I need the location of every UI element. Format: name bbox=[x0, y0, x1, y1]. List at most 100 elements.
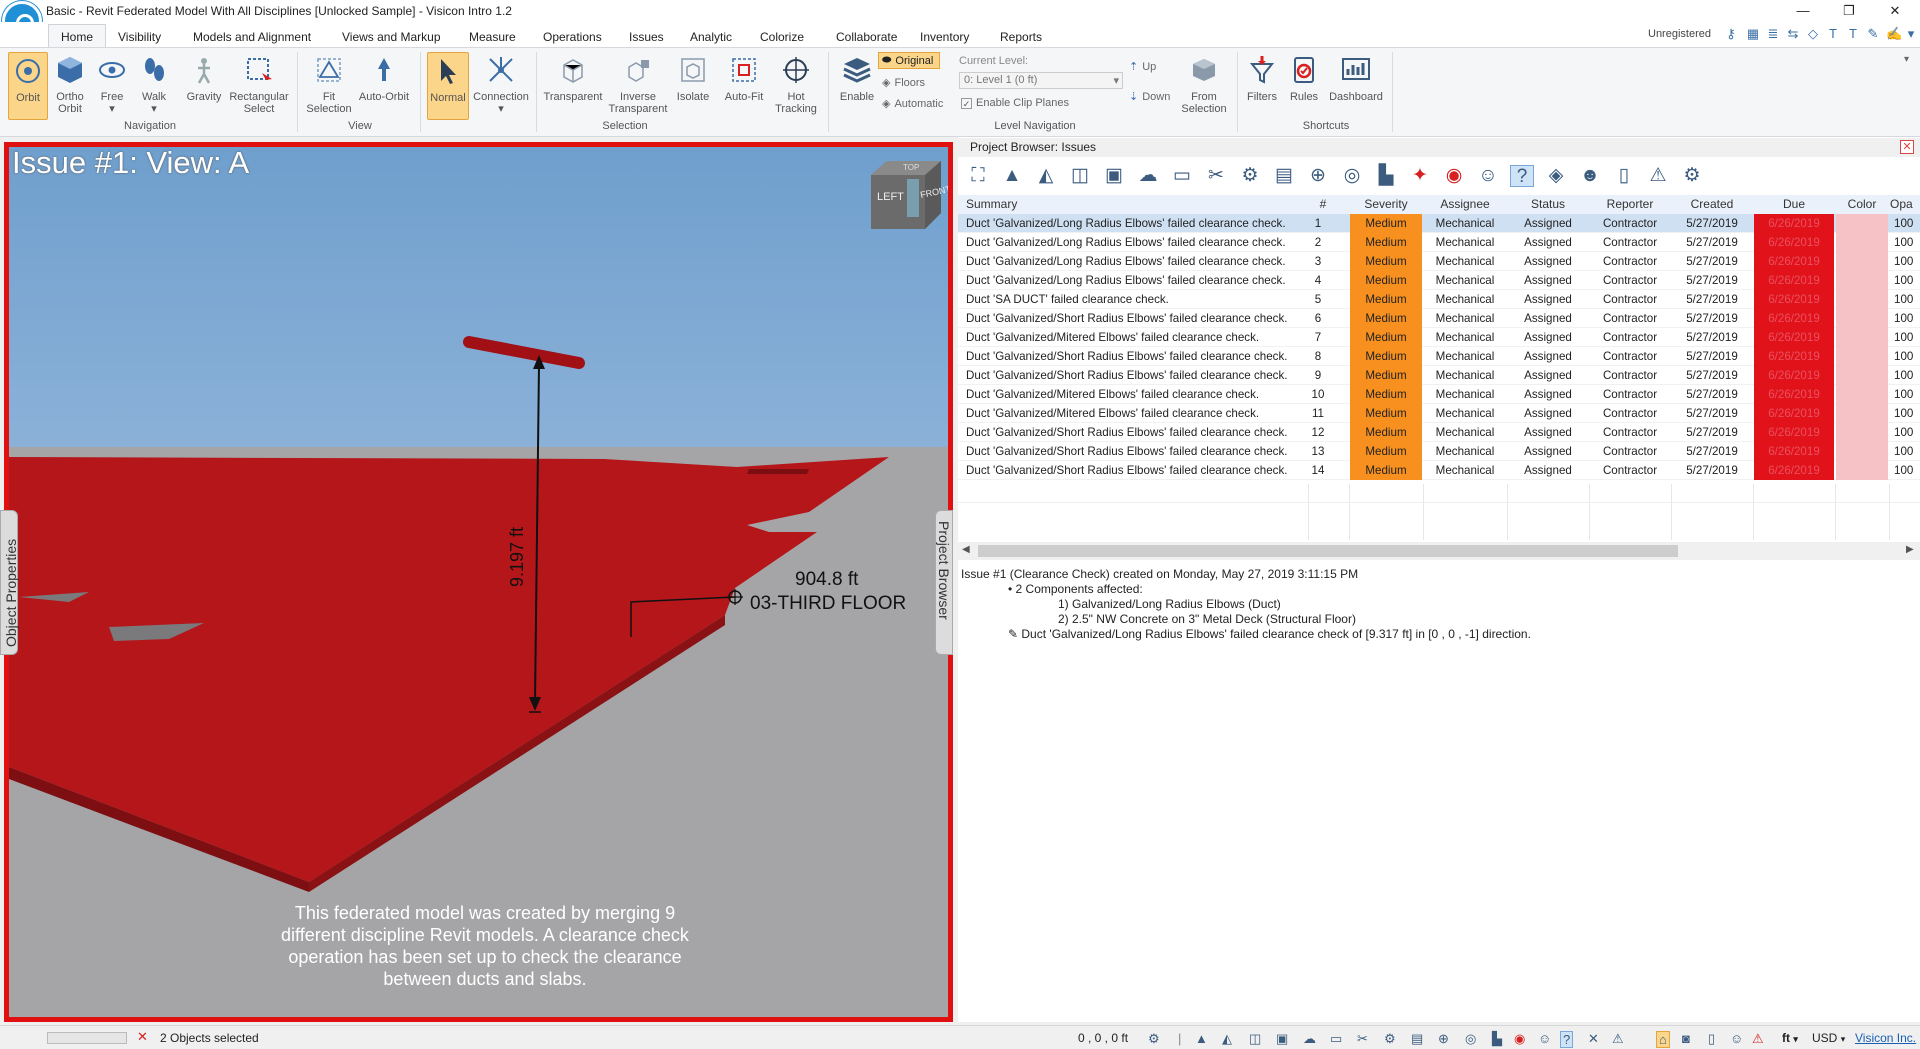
clipboard-icon[interactable]: ▤ bbox=[1272, 165, 1296, 187]
restore-button[interactable]: ❐ bbox=[1826, 0, 1872, 22]
3d-view[interactable]: 9.197 ft 904.8 ft 03-THIRD FLOOR LEFT FR… bbox=[4, 142, 953, 1022]
folder-icon[interactable]: ▭ bbox=[1330, 1031, 1342, 1047]
globe-icon[interactable]: ◎ bbox=[1340, 165, 1364, 187]
box-icon[interactable]: ▣ bbox=[1102, 165, 1126, 187]
close-button[interactable]: ✕ bbox=[1872, 0, 1918, 22]
issues-icon[interactable]: ? bbox=[1560, 1031, 1574, 1048]
walk-button[interactable]: Walk ▾ bbox=[136, 52, 172, 115]
hot-tracking-button[interactable]: Hot Tracking bbox=[773, 52, 819, 115]
tab-visibility[interactable]: Visibility bbox=[108, 26, 171, 49]
tools-icon[interactable]: ✂ bbox=[1204, 165, 1228, 187]
clear-selection-icon[interactable]: ✕ bbox=[137, 1029, 148, 1045]
table-row[interactable]: Duct 'Galvanized/Short Radius Elbows' fa… bbox=[958, 442, 1920, 461]
calculator-icon[interactable]: ▦ bbox=[1746, 27, 1760, 41]
eye-layers-icon[interactable]: ◈ bbox=[1544, 165, 1568, 187]
vr-icon[interactable]: ◙ bbox=[1682, 1031, 1690, 1046]
table-row[interactable]: Duct 'Galvanized/Long Radius Elbows' fai… bbox=[958, 252, 1920, 271]
tab-measure[interactable]: Measure bbox=[459, 26, 526, 49]
tab-operations[interactable]: Operations bbox=[533, 26, 612, 49]
automatic-button[interactable]: ◈ Automatic bbox=[882, 97, 943, 111]
ortho-orbit-button[interactable]: Ortho Orbit bbox=[52, 52, 88, 115]
column-header-summary[interactable]: Summary bbox=[966, 195, 1296, 214]
text-alt-icon[interactable]: T bbox=[1846, 27, 1860, 41]
triangle-icon[interactable]: ▲ bbox=[1195, 1031, 1208, 1046]
text-icon[interactable]: T bbox=[1826, 27, 1840, 41]
units-select[interactable]: ft ▾ bbox=[1782, 1031, 1798, 1045]
column-header-color[interactable]: Color bbox=[1836, 195, 1888, 214]
warning-icon[interactable]: ⚠ bbox=[1612, 1031, 1624, 1047]
close-panel-icon[interactable]: ✕ bbox=[1900, 140, 1914, 154]
clip-planes-checkbox[interactable]: ✓ Enable Clip Planes bbox=[961, 97, 1069, 109]
tab-reports[interactable]: Reports bbox=[990, 26, 1052, 49]
clipboard-icon[interactable]: ▤ bbox=[1411, 1031, 1423, 1047]
table-row[interactable]: Duct 'Galvanized/Short Radius Elbows' fa… bbox=[958, 347, 1920, 366]
cloud-icon[interactable]: ☁ bbox=[1303, 1031, 1316, 1047]
table-row[interactable]: Duct 'Galvanized/Long Radius Elbows' fai… bbox=[958, 214, 1920, 233]
table-row[interactable]: Duct 'Galvanized/Mitered Elbows' failed … bbox=[958, 385, 1920, 404]
table-row[interactable]: Duct 'Galvanized/Short Radius Elbows' fa… bbox=[958, 309, 1920, 328]
orbit-button[interactable]: Orbit bbox=[8, 52, 48, 120]
scroll-right-icon[interactable]: ▶ bbox=[1906, 544, 1914, 555]
connection-button[interactable]: Connection ▾ bbox=[471, 52, 531, 115]
table-row[interactable]: Duct 'Galvanized/Mitered Elbows' failed … bbox=[958, 404, 1920, 423]
alert-icon[interactable]: ⚠ bbox=[1752, 1031, 1764, 1047]
floors-button[interactable]: ◈ Floors bbox=[882, 76, 925, 90]
table-row[interactable]: Duct 'Galvanized/Short Radius Elbows' fa… bbox=[958, 423, 1920, 442]
fit-selection-button[interactable]: Fit Selection bbox=[303, 52, 355, 115]
robot-icon[interactable]: ☺ bbox=[1538, 1031, 1551, 1046]
level-up-button[interactable]: ⇡ Up bbox=[1129, 60, 1156, 74]
isolate-button[interactable]: Isolate bbox=[673, 52, 713, 103]
select-model-icon[interactable]: ⛶ bbox=[966, 165, 990, 187]
enable-level-button[interactable]: Enable bbox=[835, 52, 879, 103]
globe-icon[interactable]: ◎ bbox=[1465, 1031, 1476, 1047]
component-item[interactable]: 2) 2.5" NW Concrete on 3" Metal Deck (St… bbox=[1058, 612, 1356, 626]
tab-views-and-markup[interactable]: Views and Markup bbox=[332, 26, 451, 49]
chart-icon[interactable]: ▙ bbox=[1492, 1031, 1502, 1047]
column-header-due[interactable]: Due bbox=[1754, 195, 1834, 214]
table-row[interactable]: Duct 'Galvanized/Long Radius Elbows' fai… bbox=[958, 271, 1920, 290]
scrollbar-thumb[interactable] bbox=[978, 545, 1678, 557]
clipboard-alt-icon[interactable]: ▯ bbox=[1708, 1031, 1715, 1047]
column-header-created[interactable]: Created bbox=[1672, 195, 1752, 214]
paint-icon[interactable]: ✍ bbox=[1886, 27, 1902, 41]
tag-icon[interactable]: ◇ bbox=[1806, 27, 1820, 41]
column-header-reporter[interactable]: Reporter bbox=[1590, 195, 1670, 214]
robot-alt-icon[interactable]: ☺ bbox=[1730, 1031, 1743, 1046]
from-selection-button[interactable]: From Selection bbox=[1178, 52, 1230, 115]
component-item[interactable]: 1) Galvanized/Long Radius Elbows (Duct) bbox=[1058, 597, 1281, 611]
rules-button[interactable]: Rules bbox=[1286, 52, 1322, 103]
rules-icon[interactable]: ◉ bbox=[1442, 165, 1466, 187]
robot-icon[interactable]: ☺ bbox=[1476, 165, 1500, 187]
layers-icon[interactable]: ◫ bbox=[1068, 165, 1092, 187]
table-row[interactable]: Duct 'Galvanized/Short Radius Elbows' fa… bbox=[958, 461, 1920, 480]
layers-icon[interactable]: ◫ bbox=[1249, 1031, 1261, 1047]
layers-icon[interactable]: ≣ bbox=[1766, 27, 1780, 41]
issues-icon[interactable]: ? bbox=[1510, 165, 1534, 187]
normal-button[interactable]: Normal bbox=[427, 52, 469, 120]
prism-icon[interactable]: ◭ bbox=[1222, 1031, 1232, 1047]
table-row[interactable]: Duct 'SA DUCT' failed clearance check. 5 M… bbox=[958, 290, 1920, 309]
auto-fit-button[interactable]: Auto-Fit bbox=[720, 52, 768, 103]
chart-icon[interactable]: ▙ bbox=[1374, 165, 1398, 187]
tab-models-and-alignment[interactable]: Models and Alignment bbox=[183, 26, 321, 49]
triangle-icon[interactable]: ▲ bbox=[1000, 165, 1024, 187]
object-properties-tab[interactable]: Object Properties bbox=[0, 510, 19, 655]
filters-button[interactable]: Filters bbox=[1242, 52, 1282, 103]
arrows-icon[interactable]: ⇆ bbox=[1786, 27, 1800, 41]
column-header-status[interactable]: Status bbox=[1508, 195, 1588, 214]
folder-icon[interactable]: ▭ bbox=[1170, 165, 1194, 187]
column-header-number[interactable]: # bbox=[1308, 195, 1338, 214]
tab-analytic[interactable]: Analytic bbox=[680, 26, 742, 49]
orbit-mode-icon[interactable]: ⌂ bbox=[1656, 1031, 1670, 1048]
components-icon[interactable]: ⚙ bbox=[1384, 1031, 1396, 1047]
current-level-select[interactable]: 0: Level 1 (0 ft) ▾ bbox=[959, 72, 1123, 89]
box-icon[interactable]: ▣ bbox=[1276, 1031, 1288, 1047]
dashboard-button[interactable]: Dashboard bbox=[1326, 52, 1386, 103]
view-cube[interactable]: LEFT FRONT TOP bbox=[865, 157, 948, 232]
settings-icon[interactable]: ⚙ bbox=[1148, 1031, 1160, 1047]
table-row[interactable]: Duct 'Galvanized/Long Radius Elbows' fai… bbox=[958, 233, 1920, 252]
tab-inventory[interactable]: Inventory bbox=[910, 26, 979, 49]
project-browser-tab[interactable]: Project Browser bbox=[935, 510, 953, 655]
tab-collaborate[interactable]: Collaborate bbox=[826, 26, 907, 49]
document-icon[interactable]: ▯ bbox=[1612, 165, 1636, 187]
